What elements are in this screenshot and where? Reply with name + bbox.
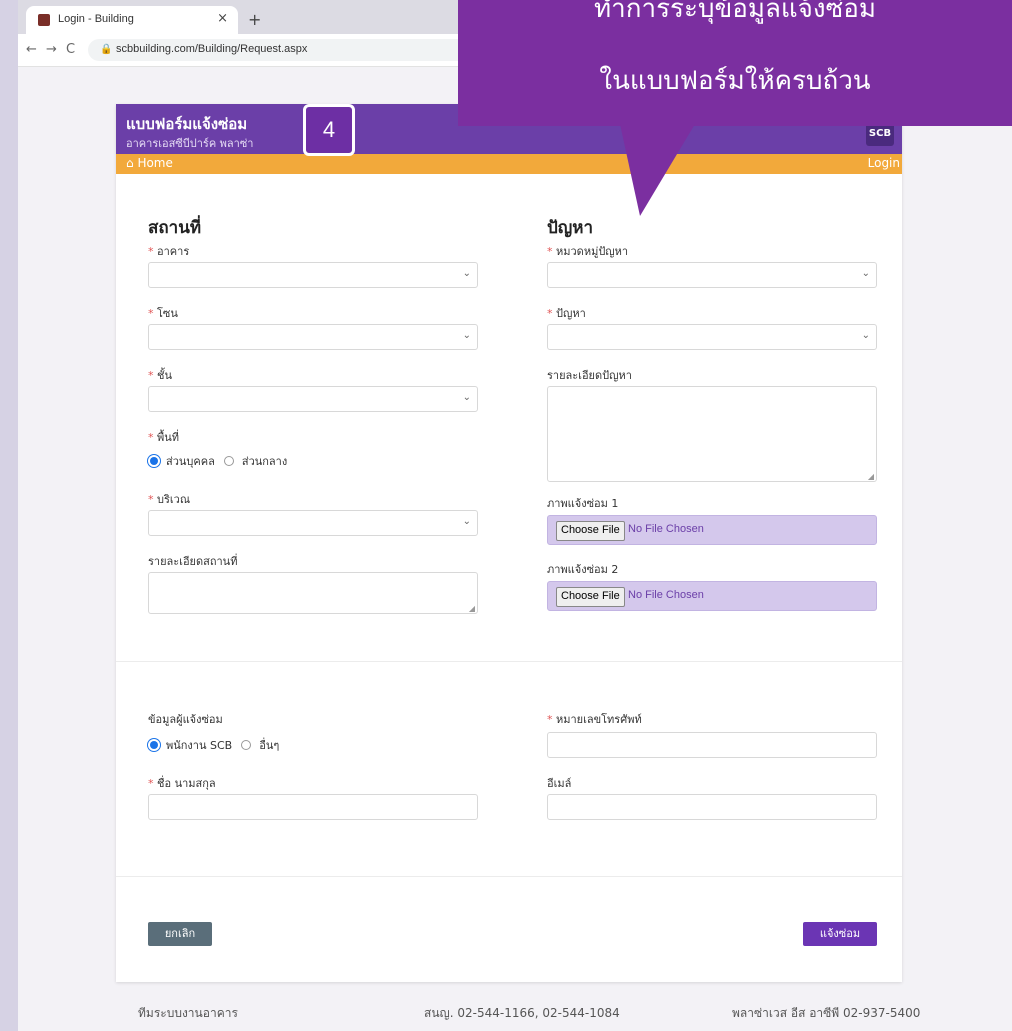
image1-label: ภาพแจ้งซ่อม 1 bbox=[547, 497, 619, 510]
spot-select[interactable]: ⌄ bbox=[148, 510, 478, 536]
problem-details-textarea[interactable]: ◢ bbox=[547, 386, 877, 482]
building-label: * อาคาร bbox=[148, 245, 190, 258]
section-divider bbox=[116, 661, 902, 662]
forward-arrow-icon[interactable]: → bbox=[46, 42, 57, 57]
name-label: * ชื่อ นามสกุล bbox=[148, 777, 216, 790]
reporter-radio-other[interactable] bbox=[241, 740, 252, 750]
section-divider bbox=[116, 876, 902, 877]
area-option-private: ส่วนบุคคล bbox=[166, 455, 215, 468]
floor-select[interactable]: ⌄ bbox=[148, 386, 478, 412]
home-link[interactable]: ⌂ Home bbox=[126, 156, 173, 170]
file-status-2: No File Chosen bbox=[628, 589, 704, 601]
chevron-down-icon: ⌄ bbox=[462, 516, 471, 527]
problem-details-label: รายละเอียดปัญหา bbox=[547, 369, 632, 382]
reporter-label: ข้อมูลผู้แจ้งซ่อม bbox=[148, 713, 223, 726]
spot-label: * บริเวณ bbox=[148, 493, 191, 506]
chevron-down-icon: ⌄ bbox=[462, 392, 471, 403]
image1-file-input: Choose File No File Chosen bbox=[547, 515, 877, 545]
location-section-title: สถานที่ bbox=[148, 218, 202, 238]
area-radio-group: ส่วนบุคคล ส่วนกลาง bbox=[150, 452, 287, 470]
repair-form-card: แบบฟอร์มแจ้งซ่อม อาคารเอสซีบีปาร์ค พลาซ่… bbox=[116, 104, 902, 982]
name-input[interactable] bbox=[148, 794, 478, 820]
area-label: * พื้นที่ bbox=[148, 431, 180, 444]
problem-select[interactable]: ⌄ bbox=[547, 324, 877, 350]
category-select[interactable]: ⌄ bbox=[547, 262, 877, 288]
resize-grip-icon[interactable]: ◢ bbox=[469, 604, 475, 613]
home-link-label: Home bbox=[137, 156, 173, 170]
close-tab-icon[interactable]: × bbox=[217, 11, 228, 26]
phone-label: * หมายเลขโทรศัพท์ bbox=[547, 713, 642, 726]
tab-title: Login - Building bbox=[58, 13, 134, 25]
zone-label: * โซน bbox=[148, 307, 178, 320]
lock-icon: 🔒 bbox=[100, 44, 113, 55]
resize-grip-icon[interactable]: ◢ bbox=[868, 472, 874, 481]
email-input[interactable] bbox=[547, 794, 877, 820]
choose-file-button-2[interactable]: Choose File bbox=[556, 587, 625, 607]
callout-line-1: ทำการระบุข้อมูลแจ้งซ่อม bbox=[593, 0, 877, 24]
callout-line-2: ในแบบฟอร์มให้ครบถ้วน bbox=[599, 66, 871, 96]
image2-file-input: Choose File No File Chosen bbox=[547, 581, 877, 611]
choose-file-button-1[interactable]: Choose File bbox=[556, 521, 625, 541]
nav-bar: ⌂ Home Login bbox=[116, 154, 902, 174]
chevron-down-icon: ⌄ bbox=[861, 268, 870, 279]
new-tab-icon[interactable]: + bbox=[248, 10, 261, 29]
chevron-down-icon: ⌄ bbox=[462, 330, 471, 341]
building-select[interactable]: ⌄ bbox=[148, 262, 478, 288]
instruction-callout: ทำการระบุข้อมูลแจ้งซ่อม ในแบบฟอร์มให้ครบ… bbox=[458, 0, 1012, 126]
scb-logo-text: SCB bbox=[868, 128, 892, 139]
footer-plaza-phone: พลาซ่าเวส อีส อาซีพี 02-937-5400 bbox=[732, 1006, 921, 1020]
area-option-common: ส่วนกลาง bbox=[241, 455, 288, 468]
location-details-label: รายละเอียดสถานที่ bbox=[148, 555, 238, 568]
browser-tab[interactable]: Login - Building × bbox=[26, 6, 238, 34]
area-radio-common[interactable] bbox=[223, 456, 234, 466]
reporter-radio-group: พนักงาน SCB อื่นๆ bbox=[150, 736, 279, 754]
footer-team: ทีมระบบงานอาคาร bbox=[138, 1006, 238, 1020]
area-radio-private[interactable] bbox=[150, 457, 158, 465]
problem-label: * ปัญหา bbox=[547, 307, 586, 320]
callout-pointer bbox=[620, 124, 695, 216]
step-number-badge: 4 bbox=[303, 104, 355, 156]
file-status-1: No File Chosen bbox=[628, 523, 704, 535]
footer-hq-phone: สนญ. 02-544-1166, 02-544-1084 bbox=[424, 1006, 620, 1020]
location-details-textarea[interactable]: ◢ bbox=[148, 572, 478, 614]
login-link[interactable]: Login bbox=[868, 156, 900, 170]
url-text: scbbuilding.com/Building/Request.aspx bbox=[116, 43, 308, 55]
site-favicon-icon bbox=[38, 14, 50, 26]
phone-input[interactable] bbox=[547, 732, 877, 758]
chevron-down-icon: ⌄ bbox=[462, 268, 471, 279]
cancel-button[interactable]: ยกเลิก bbox=[148, 922, 212, 946]
reporter-option-employee: พนักงาน SCB bbox=[166, 739, 233, 752]
zone-select[interactable]: ⌄ bbox=[148, 324, 478, 350]
category-label: * หมวดหมู่ปัญหา bbox=[547, 245, 629, 258]
form-subtitle: อาคารเอสซีบีปาร์ค พลาซ่า bbox=[126, 137, 254, 150]
home-icon: ⌂ bbox=[126, 156, 138, 170]
submit-repair-button[interactable]: แจ้งซ่อม bbox=[803, 922, 877, 946]
left-edge-strip bbox=[0, 0, 18, 1031]
back-arrow-icon[interactable]: ← bbox=[26, 42, 37, 57]
email-label: อีเมล์ bbox=[547, 777, 572, 790]
reporter-radio-employee[interactable] bbox=[150, 741, 158, 749]
floor-label: * ชั้น bbox=[148, 369, 172, 382]
reload-icon[interactable]: C bbox=[66, 42, 75, 57]
image2-label: ภาพแจ้งซ่อม 2 bbox=[547, 563, 619, 576]
reporter-option-other: อื่นๆ bbox=[259, 739, 280, 752]
problem-section-title: ปัญหา bbox=[547, 218, 594, 238]
form-title: แบบฟอร์มแจ้งซ่อม bbox=[126, 115, 248, 133]
chevron-down-icon: ⌄ bbox=[861, 330, 870, 341]
